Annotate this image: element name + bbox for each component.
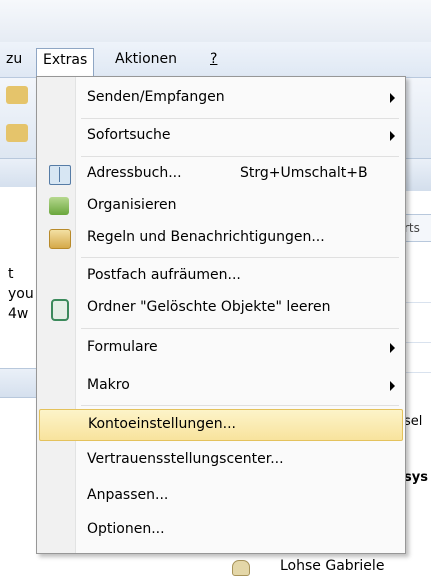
row-divider <box>403 342 431 343</box>
submenu-arrow-icon <box>390 343 395 353</box>
row-divider <box>403 302 431 303</box>
menu-item-label: Sofortsuche <box>87 127 171 143</box>
menu-item-label: Optionen... <box>87 521 165 537</box>
right-toolbar <box>403 78 431 158</box>
menu-item-label: Makro <box>87 377 130 393</box>
submenu-arrow-icon <box>390 131 395 141</box>
right-pane-row-text: sel <box>404 414 423 429</box>
menu-item-anpassen[interactable]: Anpassen... <box>39 481 403 511</box>
menu-item-label: Vertrauensstellungscenter... <box>87 451 284 467</box>
right-pane-row-text: sys <box>404 470 428 485</box>
menu-item-vertrauensstellungscenter[interactable]: Vertrauensstellungscenter... <box>39 445 403 475</box>
submenu-arrow-icon <box>390 381 395 391</box>
menu-item-makro[interactable]: Makro <box>39 371 403 401</box>
submenu-arrow-icon <box>390 93 395 103</box>
contact-card-icon <box>232 560 250 576</box>
organize-icon <box>49 197 69 215</box>
menu-item-label: Kontoeinstellungen... <box>88 416 236 432</box>
toolbar-folder-icon[interactable] <box>6 124 28 142</box>
menu-item-organisieren[interactable]: Organisieren <box>39 191 403 221</box>
right-pane-header <box>403 158 431 191</box>
menu-separator <box>81 405 399 406</box>
menu-item-label: Senden/Empfangen <box>87 89 225 105</box>
rules-icon <box>49 229 71 249</box>
menu-item-kontoeinstellungen[interactable]: Kontoeinstellungen... <box>39 409 403 441</box>
menu-help[interactable]: ? <box>204 48 223 70</box>
menu-item-senden-empfangen[interactable]: Senden/Empfangen <box>39 83 403 113</box>
menu-item-label: Postfach aufräumen... <box>87 267 241 283</box>
menu-separator <box>81 328 399 329</box>
menu-aktionen[interactable]: Aktionen <box>109 48 183 70</box>
menu-separator <box>81 257 399 258</box>
left-pane-text-line: 4w <box>8 306 29 322</box>
menu-item-label: Organisieren <box>87 197 177 213</box>
right-pane-tab[interactable]: rts <box>403 214 431 242</box>
menu-item-regeln[interactable]: Regeln und Benachrichtigungen... <box>39 223 403 253</box>
menu-bar: zu Extras Aktionen ? <box>0 42 431 78</box>
menu-item-shortcut: Strg+Umschalt+B <box>240 165 368 181</box>
empty-trash-icon <box>51 299 69 321</box>
left-pane-bar <box>0 368 38 398</box>
contact-name: Lohse Gabriele <box>280 558 385 574</box>
left-pane-header <box>0 158 38 187</box>
menu-item-optionen[interactable]: Optionen... <box>39 515 403 545</box>
menu-item-label: Anpassen... <box>87 487 169 503</box>
menu-item-sofortsuche[interactable]: Sofortsuche <box>39 121 403 151</box>
left-toolbar <box>0 78 38 158</box>
left-pane-text-line: t <box>8 266 14 282</box>
address-book-icon <box>49 165 71 185</box>
menu-item-postfach-aufraeumen[interactable]: Postfach aufräumen... <box>39 261 403 291</box>
toolbar-mail-icon[interactable] <box>6 86 28 104</box>
menu-item-adressbuch[interactable]: Adressbuch... Strg+Umschalt+B <box>39 159 403 189</box>
menu-item-formulare[interactable]: Formulare <box>39 333 403 363</box>
menu-extras[interactable]: Extras <box>36 48 95 77</box>
menu-item-geloeschte-objekte-leeren[interactable]: Ordner "Gelöschte Objekte" leeren <box>39 293 403 323</box>
menu-item-label: Formulare <box>87 339 158 355</box>
window-title-area <box>0 0 431 43</box>
extras-dropdown-menu: Senden/Empfangen Sofortsuche Adressbuch.… <box>36 76 406 554</box>
menu-item-label: Adressbuch... <box>87 165 182 181</box>
menu-separator <box>81 118 399 119</box>
left-pane-text-line: you <box>8 286 34 302</box>
menu-separator <box>81 156 399 157</box>
contact-row[interactable]: Lohse Gabriele <box>180 556 431 580</box>
menu-item-label: Regeln und Benachrichtigungen... <box>87 229 325 245</box>
row-divider <box>403 372 431 373</box>
menu-item-label: Ordner "Gelöschte Objekte" leeren <box>87 299 331 315</box>
menu-partial-item[interactable]: zu <box>0 48 28 70</box>
